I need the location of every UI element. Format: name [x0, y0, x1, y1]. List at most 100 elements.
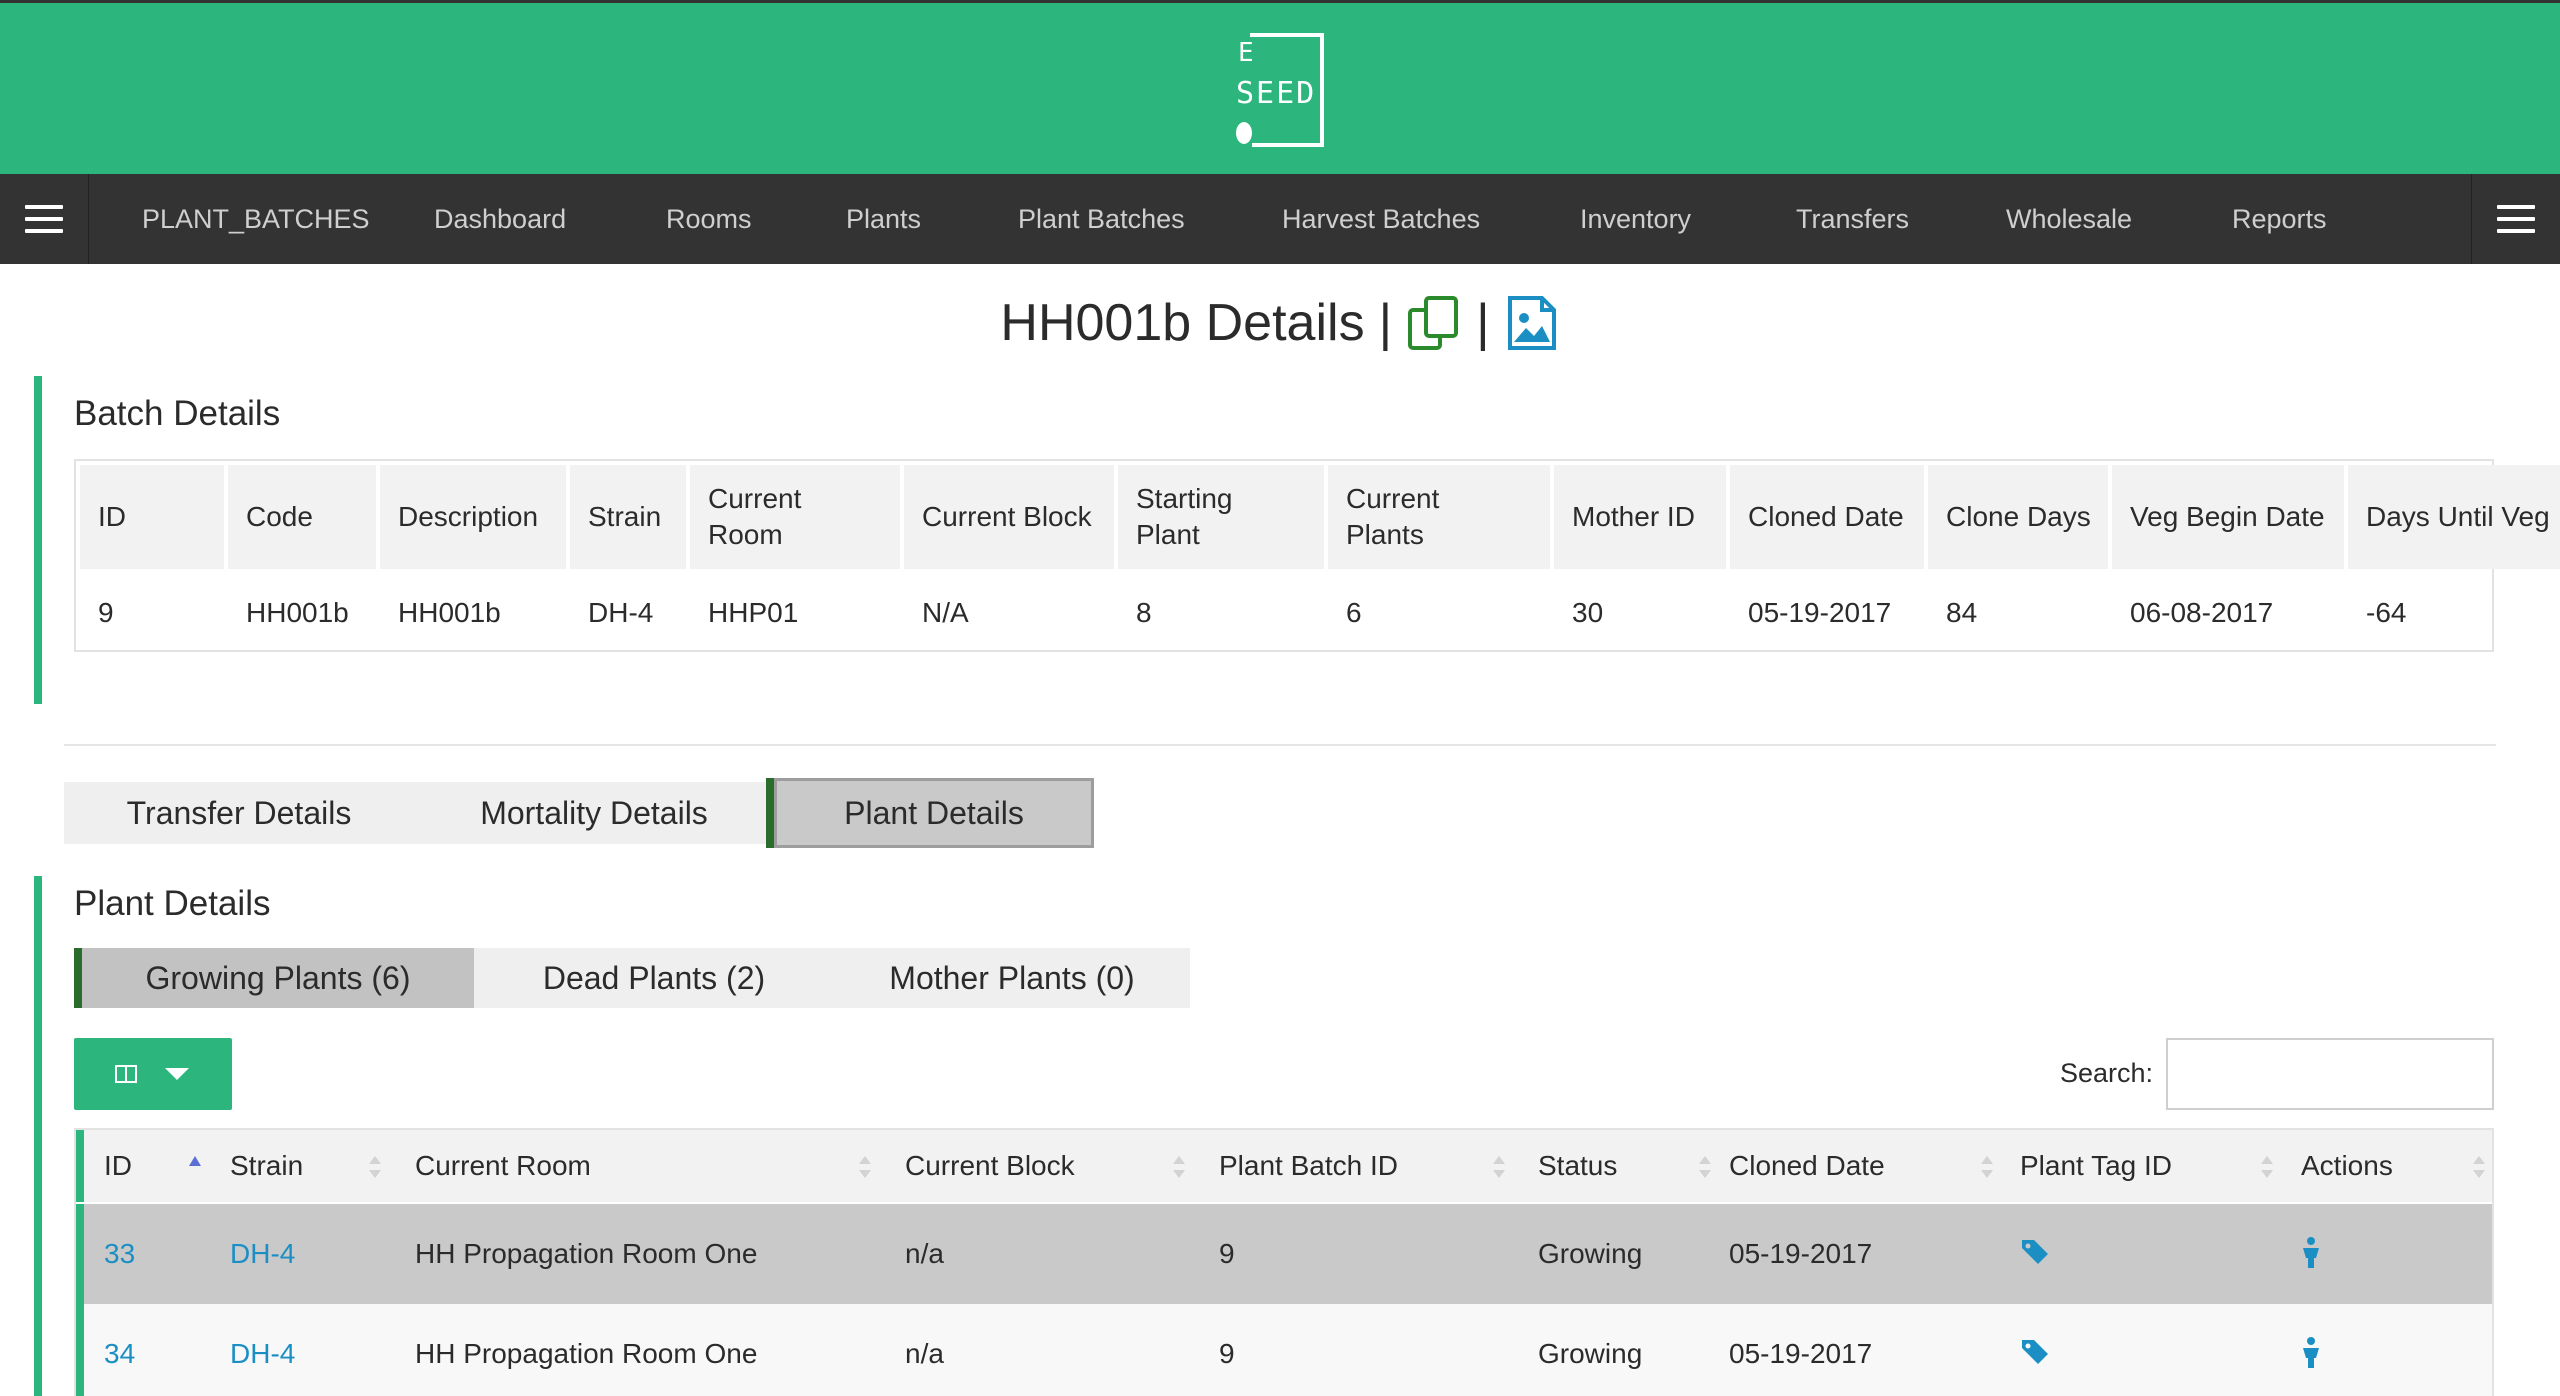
menu-toggle-right[interactable]	[2471, 174, 2560, 264]
subtab-mother-plants[interactable]: Mother Plants (0)	[834, 948, 1190, 1008]
plant-subtabs: Growing Plants (6) Dead Plants (2) Mothe…	[74, 948, 1190, 1008]
nav-plant-batches[interactable]: Plant Batches	[1018, 174, 1185, 264]
batch-cell-description: HH001b	[398, 596, 501, 628]
col-plant-tag-id[interactable]: Plant Tag ID	[2020, 1130, 2172, 1202]
menu-toggle-left[interactable]	[0, 174, 89, 264]
batch-cell-code: HH001b	[246, 596, 349, 628]
batch-cell-current-plants: 6	[1346, 596, 1362, 628]
plant-id-link[interactable]: 34	[104, 1304, 135, 1396]
plant-section-accent	[34, 876, 42, 1396]
top-banner: E SEED	[0, 0, 2560, 174]
tag-icon[interactable]	[2020, 1236, 2050, 1270]
batch-cell-id: 9	[98, 596, 114, 628]
subtab-growing-plants[interactable]: Growing Plants (6)	[74, 948, 474, 1008]
batch-cell-days-until-veg: -64	[2366, 596, 2407, 628]
plant-current-room: HH Propagation Room One	[415, 1338, 758, 1369]
plants-table-header: ID Strain Current Room Current Block Pla…	[76, 1130, 2492, 1202]
plant-id-link[interactable]: 33	[104, 1204, 135, 1304]
nav-wholesale[interactable]: Wholesale	[2006, 174, 2132, 264]
batch-table-header: ID Code Description Strain Current Room …	[76, 461, 2560, 573]
nav-inventory[interactable]: Inventory	[1580, 174, 1691, 264]
plant-details-heading: Plant Details	[74, 884, 271, 923]
page-title-text: HH001b Details	[1000, 294, 1365, 352]
nav-rooms[interactable]: Rooms	[666, 174, 752, 264]
search-input[interactable]	[2166, 1038, 2494, 1110]
col-plant-batch-id[interactable]: Plant Batch ID	[1219, 1130, 1398, 1202]
batch-details-table: ID Code Description Strain Current Room …	[74, 459, 2560, 652]
plant-current-room: HH Propagation Room One	[415, 1238, 758, 1269]
col-status[interactable]: Status	[1538, 1130, 1617, 1202]
batch-cell-cloned-date: 05-19-2017	[1748, 596, 1892, 628]
hamburger-icon	[2497, 205, 2535, 233]
plant-strain-link[interactable]: DH-4	[230, 1204, 295, 1304]
sort-icon[interactable]	[858, 1152, 872, 1182]
nav-dashboard[interactable]: Dashboard	[434, 174, 566, 264]
batch-col-mother-id: Mother ID	[1554, 465, 1726, 569]
plant-current-block: n/a	[905, 1238, 944, 1269]
batch-col-current-room: Current Room	[690, 465, 900, 569]
nav-reports[interactable]: Reports	[2232, 174, 2327, 264]
batch-cell-current-room: HHP01	[708, 596, 799, 628]
col-current-block[interactable]: Current Block	[905, 1130, 1075, 1202]
plant-batch-id: 9	[1219, 1238, 1235, 1269]
sort-icon[interactable]	[2260, 1152, 2274, 1182]
plant-action-icon[interactable]	[2296, 1236, 2326, 1270]
tab-mortality-details[interactable]: Mortality Details	[414, 782, 774, 844]
nav-harvest-batches[interactable]: Harvest Batches	[1282, 174, 1480, 264]
batch-cell-strain: DH-4	[588, 596, 654, 628]
title-separator: |	[1476, 294, 1490, 352]
batch-col-cloned-date: Cloned Date	[1730, 465, 1924, 569]
nav-plants[interactable]: Plants	[846, 174, 921, 264]
plant-batch-id: 9	[1219, 1338, 1235, 1369]
plant-cloned-date: 05-19-2017	[1729, 1238, 1873, 1269]
nav-transfers[interactable]: Transfers	[1796, 174, 1909, 264]
batch-cell-clone-days: 84	[1946, 596, 1978, 628]
batch-col-clone-days: Clone Days	[1928, 465, 2108, 569]
tab-transfer-details[interactable]: Transfer Details	[64, 782, 414, 844]
main-navbar: PLANT_BATCHES Dashboard Rooms Plants Pla…	[0, 174, 2560, 264]
batch-col-code: Code	[228, 465, 376, 569]
subtab-dead-plants[interactable]: Dead Plants (2)	[474, 948, 834, 1008]
caret-down-icon	[165, 1068, 189, 1080]
image-icon[interactable]	[1504, 294, 1560, 352]
batch-col-description: Description	[380, 465, 566, 569]
eseed-logo[interactable]: E SEED	[1232, 31, 1328, 149]
batch-col-days-until-veg: Days Until Veg	[2348, 465, 2560, 569]
plant-status: Growing	[1538, 1338, 1643, 1369]
col-id[interactable]: ID	[104, 1130, 132, 1202]
tag-icon[interactable]	[2020, 1336, 2050, 1370]
title-separator: |	[1378, 294, 1393, 352]
batch-cell-starting-plant: 8	[1136, 596, 1152, 628]
col-cloned-date[interactable]: Cloned Date	[1729, 1130, 1885, 1202]
sort-icon[interactable]	[1698, 1152, 1712, 1182]
sort-icon[interactable]	[1172, 1152, 1186, 1182]
batch-cell-veg-begin-date: 06-08-2017	[2130, 596, 2274, 628]
col-strain[interactable]: Strain	[230, 1130, 303, 1202]
batch-section-accent	[34, 376, 42, 704]
sort-icon[interactable]	[2472, 1152, 2486, 1182]
sort-icon[interactable]	[368, 1152, 382, 1182]
search-label: Search:	[2060, 1058, 2154, 1088]
batch-col-starting-plant: Starting Plant	[1118, 465, 1324, 569]
column-visibility-button[interactable]	[74, 1038, 232, 1110]
batch-col-current-block: Current Block	[904, 465, 1114, 569]
growing-plants-table: ID Strain Current Room Current Block Pla…	[74, 1128, 2494, 1396]
sort-icon[interactable]	[1980, 1152, 1994, 1182]
plant-action-icon[interactable]	[2296, 1336, 2326, 1370]
table-row: 34 DH-4 HH Propagation Room One n/a 9 Gr…	[76, 1304, 2492, 1396]
batch-col-current-plants: Current Plants	[1328, 465, 1550, 569]
copy-icon[interactable]	[1406, 294, 1462, 352]
batch-col-strain: Strain	[570, 465, 686, 569]
plant-status: Growing	[1538, 1238, 1643, 1269]
col-current-room[interactable]: Current Room	[415, 1130, 591, 1202]
detail-tabs: Transfer Details Mortality Details Plant…	[64, 778, 1094, 848]
sort-asc-icon[interactable]	[188, 1152, 202, 1182]
col-actions[interactable]: Actions	[2301, 1130, 2393, 1202]
batch-table-row: 9 HH001b HH001b DH-4 HHP01 N/A 8 6 30 05…	[76, 573, 2492, 652]
batch-col-veg-begin-date: Veg Begin Date	[2112, 465, 2344, 569]
sort-icon[interactable]	[1492, 1152, 1506, 1182]
tab-plant-details[interactable]: Plant Details	[766, 778, 1094, 848]
plant-current-block: n/a	[905, 1338, 944, 1369]
nav-plant-batches-root[interactable]: PLANT_BATCHES	[142, 174, 370, 264]
plant-strain-link[interactable]: DH-4	[230, 1304, 295, 1396]
